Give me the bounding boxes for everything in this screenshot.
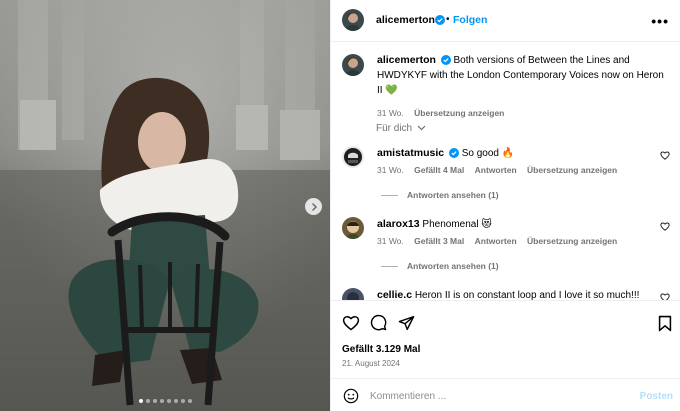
- post-photo: [0, 0, 330, 411]
- comment-text: Phenomenal 😻: [422, 219, 492, 230]
- comment-time[interactable]: 31 Wo.: [377, 236, 404, 246]
- comment-text: So good 🔥: [461, 148, 515, 159]
- carousel-indicator: [0, 399, 330, 403]
- verified-badge-icon: [435, 15, 445, 25]
- post-caption: alicemerton Both versions of Between the…: [377, 53, 667, 121]
- heart-icon[interactable]: [660, 293, 670, 300]
- comment-translate-link[interactable]: Übersetzung anzeigen: [527, 236, 617, 246]
- comment-filter-dropdown[interactable]: Für dich: [376, 123, 426, 134]
- likes-count[interactable]: Gefällt 3.129 Mal: [342, 344, 420, 355]
- caption-time[interactable]: 31 Wo.: [377, 108, 404, 118]
- caption-translate-link[interactable]: Übersetzung anzeigen: [414, 108, 504, 118]
- post-actions-bar: Gefällt 3.129 Mal 21. August 2024: [331, 300, 680, 378]
- heart-icon[interactable]: [660, 151, 670, 160]
- chevron-down-icon: [417, 125, 426, 131]
- comment-likes[interactable]: Gefällt 3 Mal: [414, 236, 464, 246]
- view-replies-button[interactable]: Antworten ansehen (1): [381, 190, 499, 200]
- comment-icon[interactable]: [370, 314, 387, 331]
- post-dialog: alicemerton • Folgen ••• alicemerton Bot…: [0, 0, 680, 411]
- comment-translate-link[interactable]: Übersetzung anzeigen: [527, 165, 617, 175]
- carousel-dot: [152, 399, 157, 403]
- replies-divider: [381, 265, 398, 267]
- caption-username[interactable]: alicemerton: [377, 54, 436, 66]
- replies-divider: [381, 194, 398, 196]
- author-username[interactable]: alicemerton: [376, 14, 435, 26]
- share-icon[interactable]: [398, 315, 415, 331]
- comment-reply-button[interactable]: Antworten: [475, 165, 517, 175]
- comment-username[interactable]: alarox13: [377, 218, 420, 230]
- comment-time[interactable]: 31 Wo.: [377, 165, 404, 175]
- post-date[interactable]: 21. August 2024: [342, 359, 400, 368]
- carousel-dot: [180, 399, 185, 403]
- comment-username[interactable]: amistatmusic: [377, 147, 444, 159]
- header-separator: •: [446, 14, 450, 25]
- view-replies-label: Antworten ansehen (1): [407, 190, 499, 200]
- view-replies-label: Antworten ansehen (1): [407, 261, 499, 271]
- comment-avatar[interactable]: [342, 288, 364, 300]
- post-header: alicemerton • Folgen •••: [331, 0, 680, 42]
- more-options-icon[interactable]: •••: [651, 13, 669, 29]
- next-image-button[interactable]: [305, 198, 322, 215]
- comment-avatar[interactable]: [342, 217, 364, 239]
- view-replies-button[interactable]: Antworten ansehen (1): [381, 261, 499, 271]
- carousel-dot: [173, 399, 178, 403]
- carousel-dot: [138, 399, 143, 403]
- author-avatar[interactable]: [342, 9, 364, 31]
- follow-button[interactable]: Folgen: [453, 14, 487, 26]
- post-media[interactable]: [0, 0, 330, 411]
- carousel-dot: [187, 399, 192, 403]
- carousel-dot: [166, 399, 171, 403]
- comments-scroll-area[interactable]: alicemerton Both versions of Between the…: [331, 42, 680, 300]
- post-comment-button[interactable]: Posten: [640, 391, 673, 402]
- author-avatar-caption[interactable]: [342, 54, 364, 76]
- comment-reply-button[interactable]: Antworten: [475, 236, 517, 246]
- comment-composer: Kommentieren ... Posten: [331, 378, 680, 411]
- heart-icon[interactable]: [342, 315, 360, 331]
- verified-badge-icon: [448, 148, 459, 158]
- chevron-right-icon: [311, 202, 317, 211]
- post-side-panel: alicemerton • Folgen ••• alicemerton Bot…: [330, 0, 680, 411]
- verified-badge-icon: [440, 55, 451, 65]
- comment-text: Heron II is on constant loop and I love …: [414, 290, 640, 300]
- comment-avatar[interactable]: [342, 146, 364, 168]
- bookmark-icon[interactable]: [658, 315, 672, 332]
- comment-filter-label: Für dich: [376, 123, 413, 134]
- comment-likes[interactable]: Gefällt 4 Mal: [414, 165, 464, 175]
- comment-input[interactable]: Kommentieren ...: [370, 391, 446, 402]
- carousel-dot: [159, 399, 164, 403]
- carousel-dot: [145, 399, 150, 403]
- heart-icon[interactable]: [660, 222, 670, 231]
- comment-username[interactable]: cellie.c: [377, 289, 412, 300]
- emoji-icon[interactable]: [343, 388, 359, 404]
